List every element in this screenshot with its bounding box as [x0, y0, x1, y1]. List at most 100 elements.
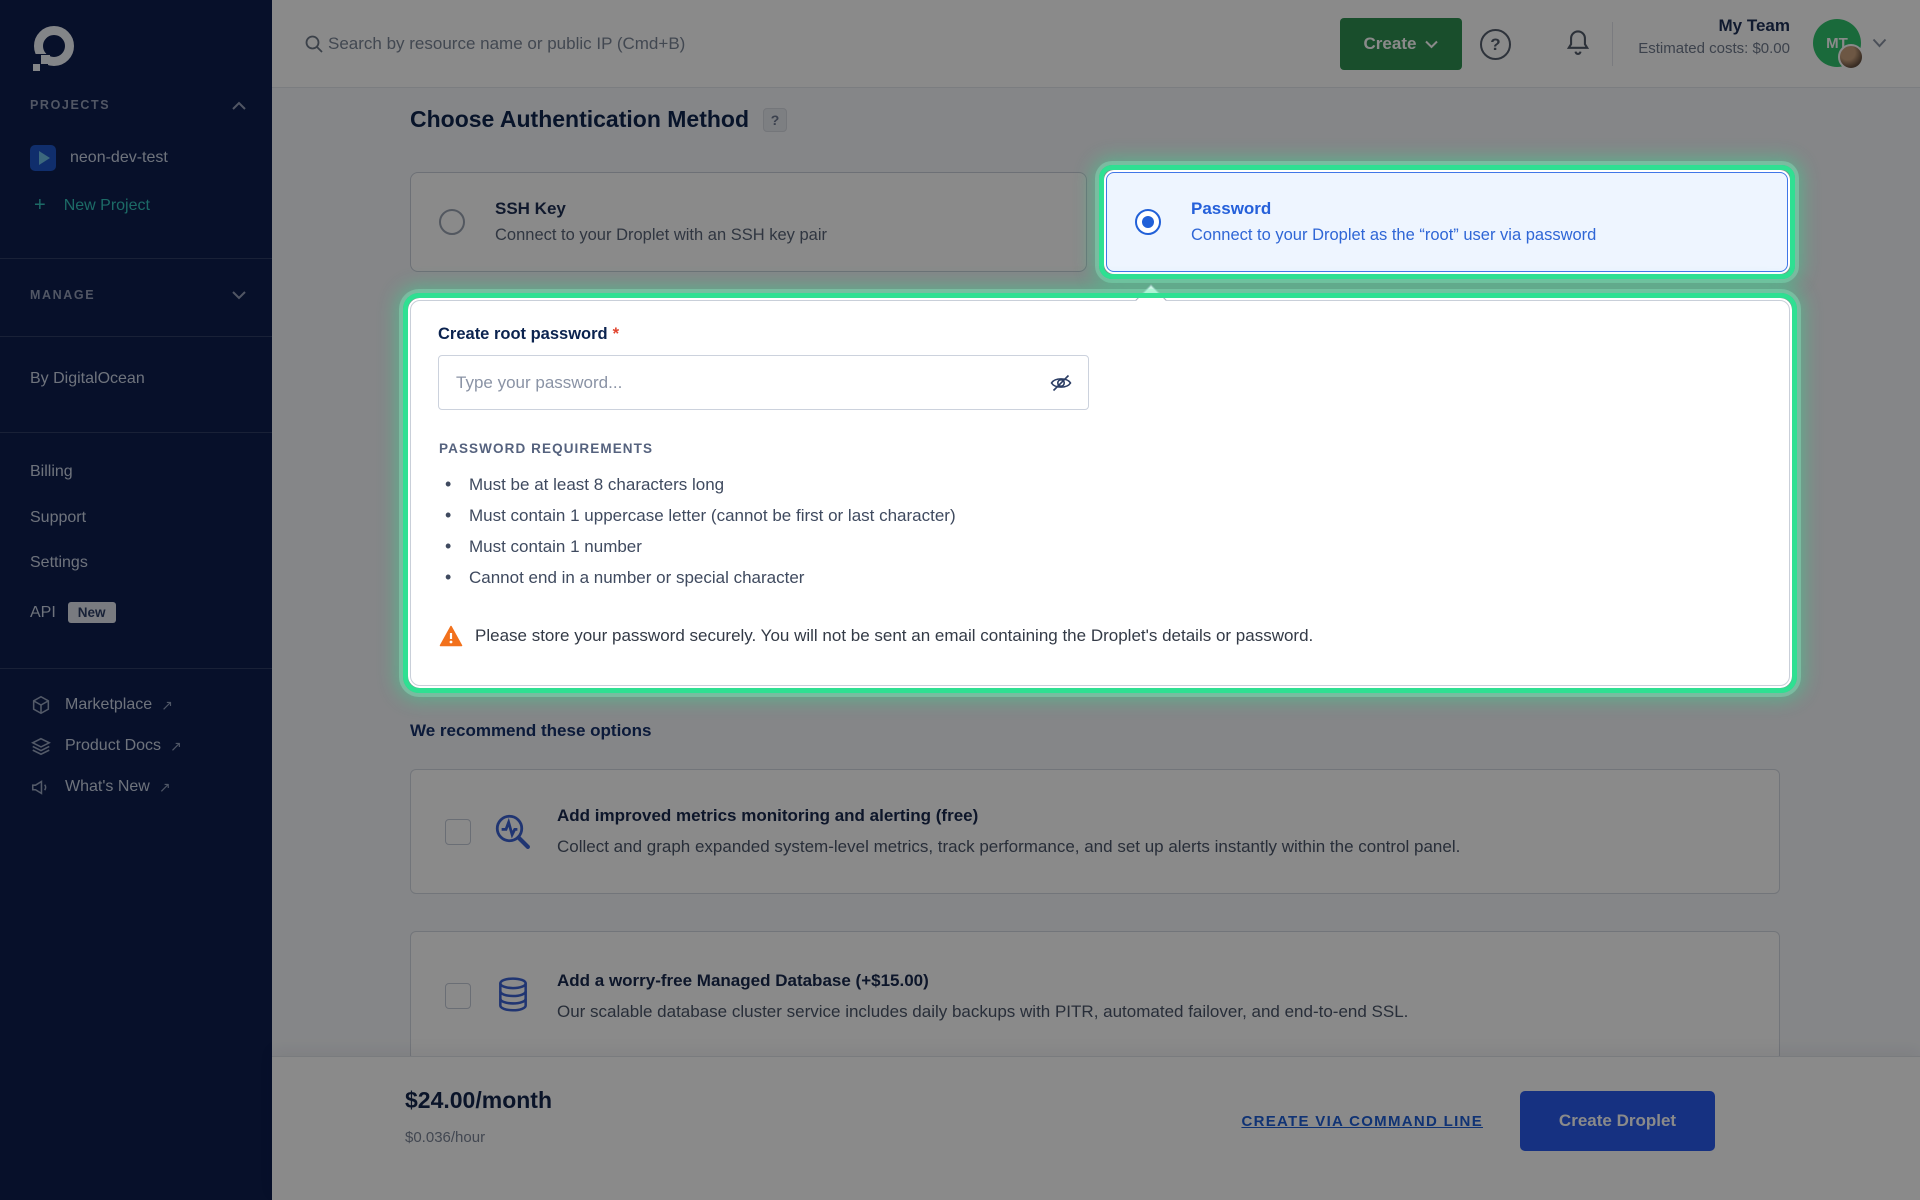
manage-section-label: MANAGE — [30, 288, 95, 302]
sidebar-divider — [0, 258, 272, 259]
create-button-label: Create — [1364, 34, 1417, 54]
create-button[interactable]: Create — [1340, 18, 1462, 70]
password-input[interactable] — [438, 355, 1089, 410]
topbar-divider — [1612, 22, 1613, 66]
search-input[interactable] — [328, 24, 1088, 64]
sidebar-item-marketplace[interactable]: Marketplace ↗ — [30, 694, 252, 716]
sidebar-item-settings[interactable]: Settings — [30, 554, 252, 572]
password-requirements-list: Must be at least 8 characters long Must … — [441, 469, 956, 593]
marketplace-label: Marketplace — [65, 696, 152, 714]
external-link-icon: ↗ — [170, 738, 182, 755]
sidebar-item-project-neon-dev-test[interactable]: neon-dev-test — [30, 145, 252, 171]
team-menu[interactable]: My Team Estimated costs: $0.00 — [1638, 16, 1790, 57]
sidebar-item-billing[interactable]: Billing — [30, 463, 252, 481]
requirement-item: Must be at least 8 characters long — [441, 469, 956, 500]
price-monthly: $24.00/month — [405, 1087, 552, 1114]
layers-icon — [30, 735, 52, 757]
new-project-button[interactable]: + New Project — [30, 194, 252, 217]
whats-new-label: What's New — [65, 778, 150, 796]
support-label: Support — [30, 509, 86, 527]
create-via-command-line-link[interactable]: CREATE VIA COMMAND LINE — [1241, 1113, 1483, 1130]
megaphone-icon — [30, 776, 52, 798]
sidebar-section-manage[interactable]: MANAGE — [30, 288, 246, 302]
password-title: Password — [1191, 199, 1596, 219]
password-description: Connect to your Droplet as the “root” us… — [1191, 226, 1596, 245]
settings-label: Settings — [30, 554, 88, 572]
ssh-key-description: Connect to your Droplet with an SSH key … — [495, 226, 827, 245]
footer-bar: $24.00/month $0.036/hour CREATE VIA COMM… — [272, 1056, 1920, 1200]
estimated-costs: Estimated costs: $0.00 — [1638, 40, 1790, 57]
chevron-up-icon — [232, 101, 246, 110]
password-warning: Please store your password securely. You… — [439, 625, 1313, 647]
product-docs-label: Product Docs — [65, 737, 161, 755]
sidebar-divider — [0, 668, 272, 669]
sidebar-item-support[interactable]: Support — [30, 509, 252, 527]
toggle-password-visibility-button[interactable] — [1048, 371, 1074, 395]
new-project-label: New Project — [64, 197, 150, 215]
external-link-icon: ↗ — [161, 697, 173, 714]
project-name-label: neon-dev-test — [70, 149, 168, 167]
notifications-bell-icon[interactable] — [1564, 28, 1592, 63]
chevron-down-icon[interactable] — [1872, 38, 1887, 48]
create-root-password-label: Create root password* — [438, 325, 619, 344]
sidebar-item-product-docs[interactable]: Product Docs ↗ — [30, 735, 252, 757]
plus-icon: + — [34, 194, 46, 217]
metrics-option-title: Add improved metrics monitoring and aler… — [557, 806, 1460, 826]
auth-option-password[interactable]: Password Connect to your Droplet as the … — [1106, 172, 1788, 272]
auth-option-ssh-key[interactable]: SSH Key Connect to your Droplet with an … — [410, 172, 1087, 272]
panel-notch — [1135, 284, 1166, 315]
sidebar-divider — [0, 432, 272, 433]
price-hourly: $0.036/hour — [405, 1129, 485, 1146]
password-warning-text: Please store your password securely. You… — [475, 626, 1313, 646]
database-icon — [494, 974, 532, 1018]
by-digitalocean-label: By DigitalOcean — [30, 370, 145, 388]
metrics-icon — [492, 811, 534, 853]
recommend-heading: We recommend these options — [410, 721, 652, 741]
metrics-option-description: Collect and graph expanded system-level … — [557, 837, 1460, 857]
required-asterisk: * — [613, 325, 619, 343]
password-panel: Create root password* PASSWORD REQUIREME… — [410, 300, 1790, 686]
sidebar-section-projects[interactable]: PROJECTS — [30, 98, 246, 112]
sidebar-divider — [0, 336, 272, 337]
option-card-metrics[interactable]: Add improved metrics monitoring and aler… — [410, 769, 1780, 894]
team-name: My Team — [1638, 16, 1790, 36]
ssh-key-title: SSH Key — [495, 199, 827, 219]
projects-section-label: PROJECTS — [30, 98, 110, 112]
requirement-item: Cannot end in a number or special charac… — [441, 562, 956, 593]
create-droplet-button[interactable]: Create Droplet — [1520, 1091, 1715, 1151]
option-card-managed-database[interactable]: Add a worry-free Managed Database (+$15.… — [410, 931, 1780, 1061]
external-link-icon: ↗ — [159, 779, 171, 796]
billing-label: Billing — [30, 463, 73, 481]
project-icon — [30, 145, 56, 171]
page-title-text: Choose Authentication Method — [410, 106, 749, 133]
sidebar-item-whats-new[interactable]: What's New ↗ — [30, 776, 252, 798]
chevron-down-icon — [1425, 40, 1438, 49]
sidebar-item-api[interactable]: API New — [30, 602, 252, 623]
topbar: Create ? My Team Estimated costs: $0.00 … — [272, 0, 1920, 88]
chevron-down-icon — [232, 291, 246, 300]
search-icon — [303, 33, 325, 55]
sidebar-item-by-digitalocean[interactable]: By DigitalOcean — [30, 370, 252, 388]
digitalocean-logo-icon[interactable] — [32, 24, 78, 72]
api-label: API — [30, 604, 56, 622]
requirement-item: Must contain 1 number — [441, 531, 956, 562]
help-icon[interactable]: ? — [1480, 29, 1511, 60]
user-photo-avatar — [1838, 44, 1864, 70]
requirement-item: Must contain 1 uppercase letter (cannot … — [441, 500, 956, 531]
warning-icon — [439, 625, 463, 647]
ssh-key-radio[interactable] — [439, 209, 465, 235]
eye-off-icon — [1048, 371, 1074, 395]
database-checkbox[interactable] — [445, 983, 471, 1009]
password-requirements-title: PASSWORD REQUIREMENTS — [439, 441, 653, 456]
api-new-badge: New — [68, 602, 116, 623]
main-content: Choose Authentication Method ? SSH Key C… — [272, 88, 1920, 1200]
cube-icon — [30, 694, 52, 716]
sidebar: PROJECTS neon-dev-test + New Project MAN… — [0, 0, 272, 1200]
password-radio[interactable] — [1135, 209, 1161, 235]
page-title: Choose Authentication Method ? — [410, 106, 787, 133]
database-option-title: Add a worry-free Managed Database (+$15.… — [557, 971, 1408, 991]
metrics-checkbox[interactable] — [445, 819, 471, 845]
app-root: PROJECTS neon-dev-test + New Project MAN… — [0, 0, 1920, 1200]
heading-help-icon[interactable]: ? — [763, 108, 787, 132]
database-option-description: Our scalable database cluster service in… — [557, 1002, 1408, 1022]
